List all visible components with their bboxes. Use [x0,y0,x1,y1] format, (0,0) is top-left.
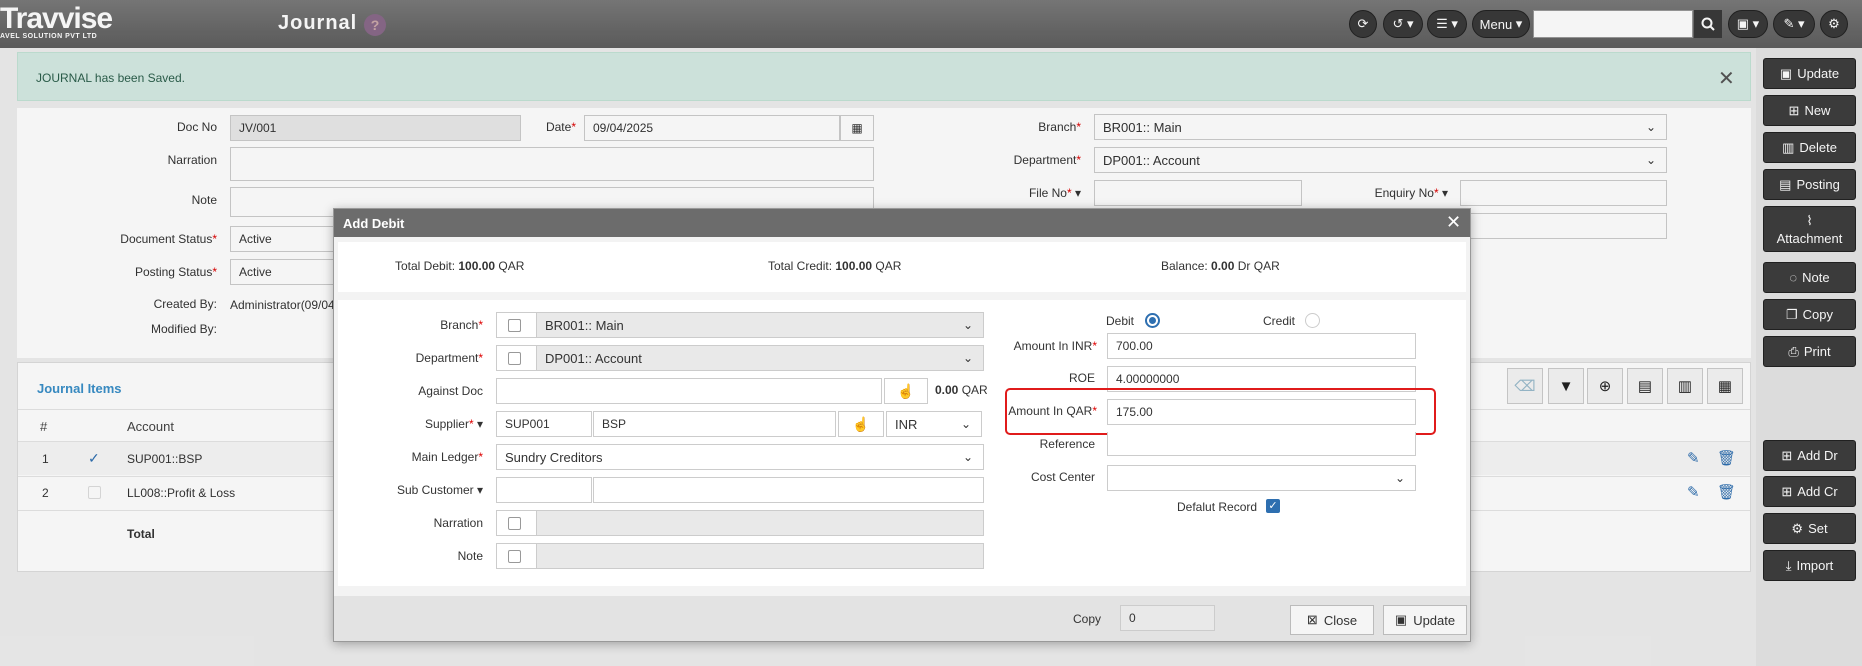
cost-center-select[interactable]: ⌄ [1107,465,1416,491]
debit-label: Debit [1106,314,1135,328]
total-debit: Total Debit: 100.00 QAR [395,259,525,273]
amount-inr-field[interactable]: 700.00 [1107,333,1416,359]
balance: Balance: 0.00 Dr QAR [1161,259,1280,273]
against-amount: 0.00 QAR [935,383,988,397]
close-label: Close [1323,612,1358,628]
modal-narration-label: Narration [433,516,483,530]
main-ledger-value: Sundry Creditors [505,450,603,465]
modal-update-button[interactable]: ▣ Update [1383,605,1467,635]
supplier-name-field[interactable]: BSP [593,411,836,437]
total-credit: Total Credit: 100.00 QAR [768,259,902,273]
reference-label: Reference [1039,437,1095,451]
debit-radio[interactable] [1145,313,1160,328]
cost-center-label: Cost Center [1030,470,1095,484]
supplier-code-field[interactable]: SUP001 [496,411,592,437]
supplier-currency-select[interactable]: INR ⌄ [886,411,982,437]
modal-title: Add Debit [343,216,405,231]
chevron-down-icon: ⌄ [960,417,971,431]
copy-count-label: Copy [1073,612,1102,626]
branch-checkbox[interactable] [508,319,521,332]
against-doc-field[interactable] [496,378,882,404]
close-button[interactable]: ⊠ Close [1290,605,1374,635]
modal-update-label: Update [1413,612,1456,628]
chevron-down-icon: ⌄ [1394,471,1405,485]
chevron-down-icon: ⌄ [962,318,973,332]
save-icon: ▣ [1394,612,1408,627]
radio-dot [1149,317,1156,324]
hand-pointer-icon[interactable]: ☝ [884,378,928,404]
credit-label: Credit [1263,314,1296,328]
modal-department-label: Department* [415,351,483,365]
default-record-label: Defalut Record [1177,500,1258,514]
reference-field[interactable] [1107,432,1416,456]
chevron-down-icon: ⌄ [962,351,973,365]
supplier-currency-value: INR [895,417,918,432]
modal-narration-field[interactable] [536,510,984,536]
modal-note-label: Note [457,549,483,563]
main-ledger-label: Main Ledger* [411,450,483,464]
copy-count-field[interactable]: 0 [1120,605,1215,631]
highlight-box [1005,388,1436,435]
sub-customer-code-field[interactable] [496,477,592,503]
note-checkbox[interactable] [508,550,521,563]
supplier-label: Supplier* ▾ [424,417,483,431]
default-record-checkbox[interactable]: ✓ [1266,499,1280,513]
close-square-icon: ⊠ [1306,612,1318,627]
credit-radio[interactable] [1305,313,1320,328]
modal-header: Add Debit [334,209,1470,237]
modal-note-field[interactable] [536,543,984,569]
modal-branch-label: Branch* [440,318,483,332]
modal-department-select[interactable]: DP001:: Account ⌄ [536,345,984,371]
amount-inr-label: Amount In INR* [1013,339,1097,353]
modal-branch-select[interactable]: BR001:: Main ⌄ [536,312,984,338]
hand-pointer-icon[interactable]: ☝ [838,411,884,437]
against-doc-label: Against Doc [418,384,483,398]
modal-branch-value: BR001:: Main [545,318,624,333]
close-icon[interactable]: ✕ [1446,212,1461,233]
sub-customer-label: Sub Customer ▾ [396,483,483,497]
chevron-down-icon: ⌄ [962,450,973,464]
roe-label: ROE [1068,371,1095,385]
sub-customer-name-field[interactable] [593,477,984,503]
modal-department-value: DP001:: Account [545,351,642,366]
narration-checkbox[interactable] [508,517,521,530]
department-checkbox[interactable] [508,352,521,365]
main-ledger-select[interactable]: Sundry Creditors ⌄ [496,444,984,470]
